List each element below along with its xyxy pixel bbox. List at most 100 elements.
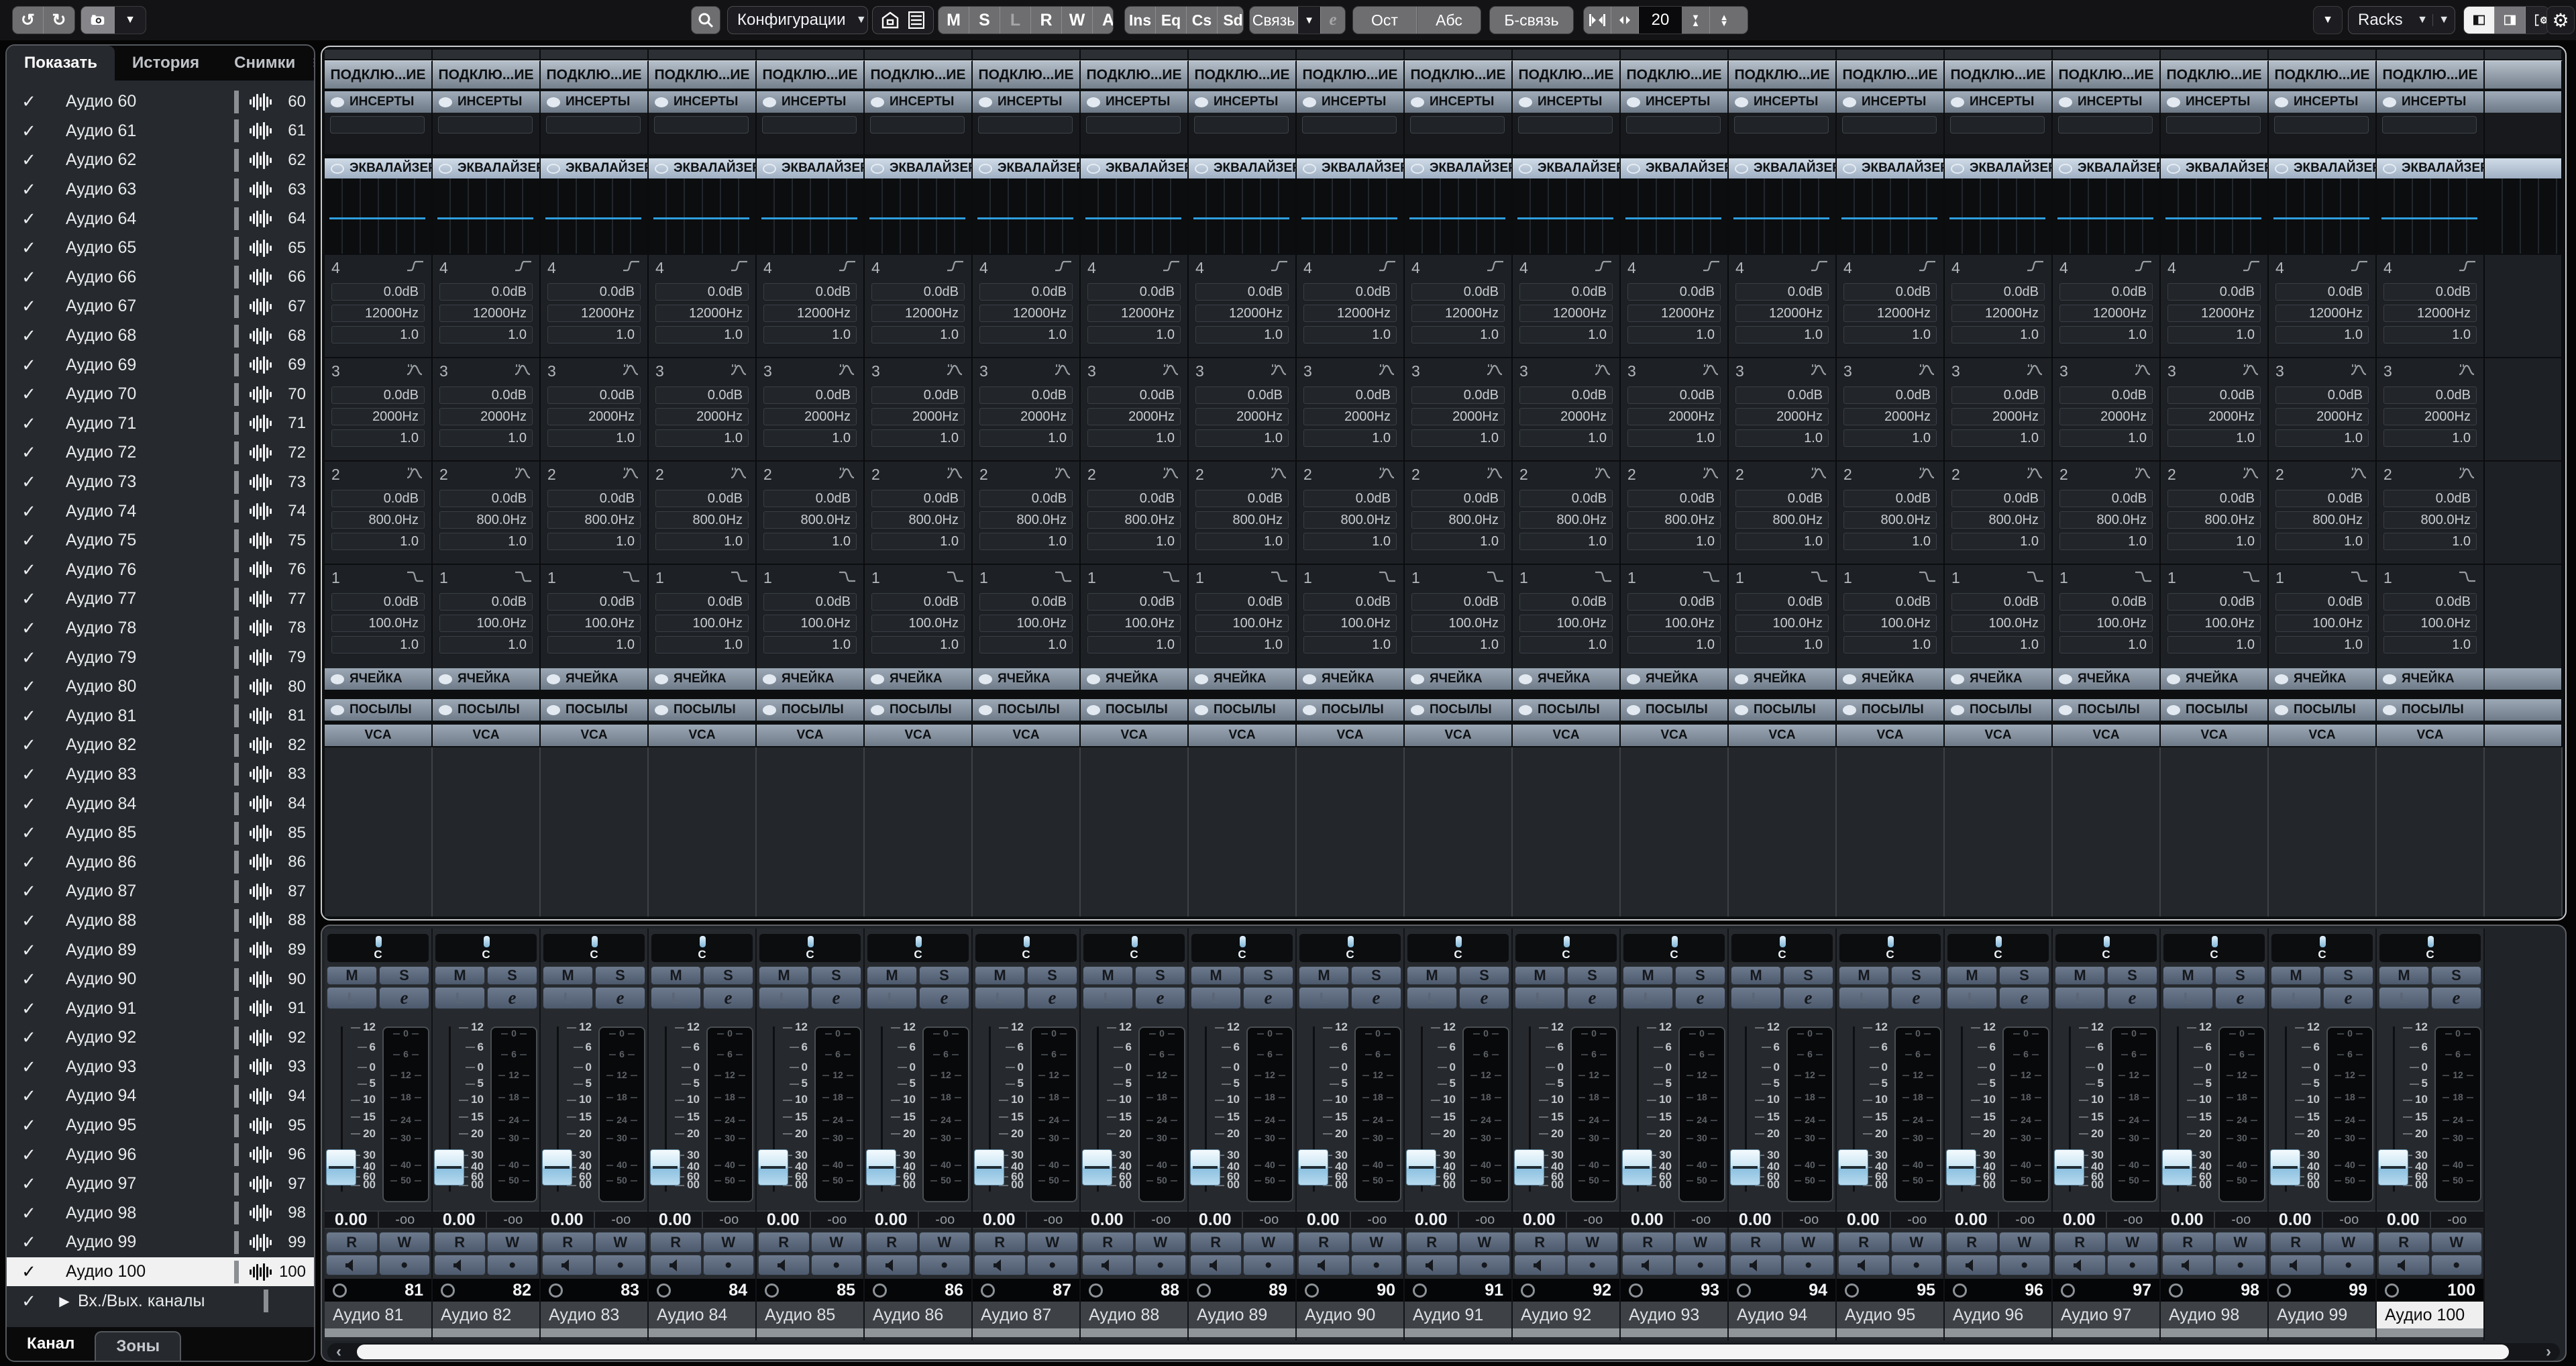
record-enable-button[interactable]: ● [1135, 1255, 1187, 1275]
eq-q-field[interactable]: 1.0 [1519, 326, 1613, 344]
monitor-button[interactable] [1622, 1255, 1674, 1275]
meter-peak-value[interactable]: -oo [2431, 1212, 2484, 1228]
eq-gain-field[interactable]: 0.0dB [1411, 283, 1505, 301]
list-item-channel[interactable]: ✓ Аудио 99 99 [7, 1228, 314, 1257]
check-icon[interactable]: ✓ [7, 296, 51, 317]
eq-curve-display[interactable] [2161, 178, 2269, 254]
eq-band-type-icon[interactable] [2458, 569, 2477, 587]
strip-rack-header[interactable]: ЯЧЕЙКА [973, 668, 1081, 690]
strip-led-icon[interactable] [1087, 674, 1100, 684]
eq-band-type-icon[interactable] [1270, 259, 1289, 277]
vca-rack-header[interactable]: VCA [2053, 725, 2161, 746]
solo-button[interactable]: S [2215, 966, 2265, 985]
read-automation-button[interactable]: R [974, 1232, 1026, 1253]
eq-q-field[interactable]: 1.0 [655, 636, 749, 653]
check-icon[interactable]: ✓ [7, 530, 51, 551]
pan-control[interactable]: C [651, 934, 753, 962]
eq-q-field[interactable]: 1.0 [1087, 326, 1181, 344]
check-icon[interactable]: ✓ [7, 969, 51, 990]
solo-button[interactable]: S [1027, 966, 1077, 985]
listen-button[interactable]: L [327, 987, 377, 1009]
eq-gain-field[interactable]: 0.0dB [1411, 490, 1505, 507]
eq-freq-field[interactable]: 800.0Hz [2059, 511, 2153, 529]
fader-handle[interactable] [866, 1149, 896, 1186]
list-item-channel[interactable]: ✓ Аудио 82 82 [7, 731, 314, 760]
check-icon[interactable]: ✓ [7, 588, 51, 609]
list-item-channel[interactable]: ✓ Аудио 84 84 [7, 789, 314, 819]
eq-gain-field[interactable]: 0.0dB [1735, 490, 1829, 507]
eq-q-field[interactable]: 1.0 [1303, 326, 1397, 344]
channel-color-bar[interactable] [1837, 1328, 1943, 1337]
eq-q-field[interactable]: 1.0 [2167, 533, 2261, 550]
check-icon[interactable]: ✓ [7, 1115, 51, 1136]
list-item-channel[interactable]: ✓ Аудио 64 64 [7, 204, 314, 233]
channel-name[interactable]: Аудио 100 [2377, 1302, 2483, 1328]
eq-band-type-icon[interactable] [1270, 466, 1289, 484]
read-automation-button[interactable]: R [1298, 1232, 1350, 1253]
eq-q-field[interactable]: 1.0 [1843, 429, 1937, 447]
edit-channel-button[interactable]: e [919, 987, 969, 1009]
meter-peak-value[interactable]: -oo [379, 1212, 432, 1228]
list-item-channel[interactable]: ✓ Аудио 86 86 [7, 847, 314, 877]
channel-select-ring-icon[interactable] [1305, 1283, 1319, 1298]
fader-handle[interactable] [758, 1149, 788, 1186]
eq-freq-field[interactable]: 2000Hz [331, 408, 425, 425]
fader-handle[interactable] [542, 1149, 572, 1186]
eq-gain-field[interactable]: 0.0dB [331, 283, 425, 301]
edit-channel-button[interactable]: e [1243, 987, 1293, 1009]
eq-q-field[interactable]: 1.0 [1951, 533, 2045, 550]
inserts-led-icon[interactable] [2167, 97, 2180, 107]
eq-gain-field[interactable]: 0.0dB [547, 593, 641, 611]
eq-q-field[interactable]: 1.0 [1195, 533, 1289, 550]
eq-freq-field[interactable]: 800.0Hz [979, 511, 1073, 529]
inserts-rack-header[interactable]: ИНСЕРТЫ [1513, 91, 1621, 113]
eq-led-icon[interactable] [2059, 164, 2072, 174]
eq-q-field[interactable]: 1.0 [331, 533, 425, 550]
solo-button[interactable]: S [1351, 966, 1401, 985]
absolute-link-button[interactable]: Абс [1417, 7, 1481, 34]
channel-select-ring-icon[interactable] [1953, 1283, 1967, 1298]
mute-button[interactable]: M [2163, 966, 2213, 985]
inserts-led-icon[interactable] [1627, 97, 1640, 107]
eq-led-icon[interactable] [1843, 164, 1856, 174]
eq-gain-field[interactable]: 0.0dB [439, 283, 533, 301]
eq-freq-field[interactable]: 100.0Hz [1951, 615, 2045, 632]
eq-q-field[interactable]: 1.0 [2383, 636, 2477, 653]
list-item-channel[interactable]: ✓ Аудио 80 80 [7, 672, 314, 702]
eq-freq-field[interactable]: 100.0Hz [439, 615, 533, 632]
eq-gain-field[interactable]: 0.0dB [1843, 386, 1937, 404]
eq-band-type-icon[interactable] [2134, 466, 2153, 484]
eq-q-field[interactable]: 1.0 [2059, 636, 2153, 653]
eq-band-type-icon[interactable] [2242, 362, 2261, 380]
check-icon[interactable]: ✓ [7, 881, 51, 902]
record-enable-button[interactable]: ● [1675, 1255, 1727, 1275]
inserts-rack-header[interactable]: ИНСЕРТЫ [541, 91, 649, 113]
fader-handle[interactable] [1946, 1149, 1976, 1186]
solo-button[interactable]: S [379, 966, 429, 985]
list-item-channel[interactable]: ✓ Аудио 74 74 [7, 496, 314, 526]
write-automation-button[interactable]: W [379, 1232, 431, 1253]
write-automation-button[interactable]: W [1135, 1232, 1187, 1253]
eq-gain-field[interactable]: 0.0dB [979, 490, 1073, 507]
routing-rack-header[interactable]: ПОДКЛЮ...ИЕ [865, 60, 973, 89]
eq-freq-field[interactable]: 2000Hz [871, 408, 965, 425]
list-item-channel[interactable]: ✓ Аудио 67 67 [7, 292, 314, 321]
meter-peak-value[interactable]: -oo [1999, 1212, 2052, 1228]
fader-value[interactable]: 0.00 [1081, 1212, 1135, 1228]
eq-freq-field[interactable]: 2000Hz [979, 408, 1073, 425]
channel-name[interactable]: Аудио 88 [1081, 1302, 1187, 1328]
strip-rack-header[interactable]: ЯЧЕЙКА [1297, 668, 1405, 690]
eq-band-type-icon[interactable] [1594, 362, 1613, 380]
eq-led-icon[interactable] [871, 164, 884, 174]
vca-rack-header[interactable]: VCA [865, 725, 973, 746]
write-automation-button[interactable]: W [811, 1232, 863, 1253]
list-item-channel[interactable]: ✓ Аудио 79 79 [7, 643, 314, 672]
eq-freq-field[interactable]: 2000Hz [2059, 408, 2153, 425]
routing-rack-header[interactable]: ПОДКЛЮ...ИЕ [1837, 60, 1945, 89]
check-icon[interactable]: ✓ [7, 1145, 51, 1165]
channel-name[interactable]: Аудио 97 [2053, 1302, 2159, 1328]
meter-peak-value[interactable]: -oo [1891, 1212, 1944, 1228]
eq-gain-field[interactable]: 0.0dB [331, 386, 425, 404]
inserts-led-icon[interactable] [655, 97, 668, 107]
fader-handle[interactable] [1838, 1149, 1868, 1186]
